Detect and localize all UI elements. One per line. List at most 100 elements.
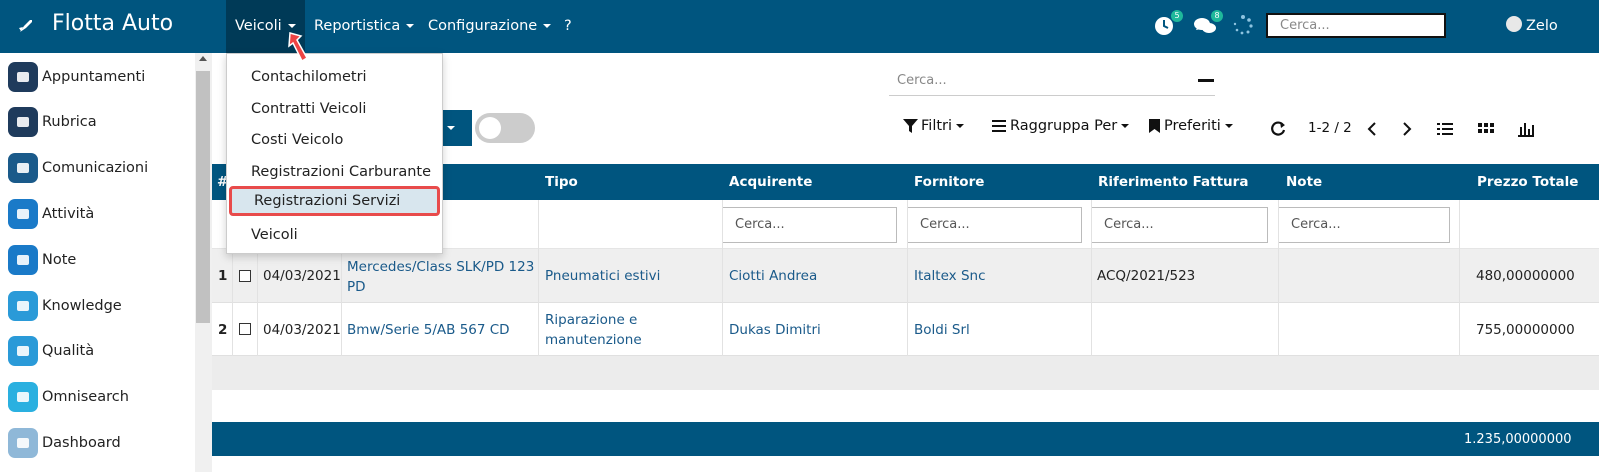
- row-index: 1: [218, 268, 228, 284]
- menu-item-contachilometri[interactable]: Contachilometri: [227, 62, 442, 92]
- pointer-arrow-icon: [288, 32, 309, 63]
- row-checkbox[interactable]: [239, 270, 251, 282]
- messages-button[interactable]: 8: [1193, 10, 1223, 40]
- chevron-down-icon: [447, 126, 455, 130]
- filters-button[interactable]: Filtri: [903, 118, 965, 134]
- row-fornitore[interactable]: Italtex Snc: [914, 266, 986, 286]
- row-vehicle[interactable]: Mercedes/Class SLK/PD 123: [347, 257, 534, 277]
- pager-value[interactable]: 1-2 / 2: [1308, 120, 1352, 136]
- filter-icon: [903, 119, 918, 133]
- row-fornitore[interactable]: Boldi Srl: [914, 320, 970, 340]
- column-prezzo[interactable]: Prezzo Totale: [1477, 174, 1578, 190]
- search-icon: [8, 382, 38, 412]
- chevron-right-icon[interactable]: [1398, 120, 1416, 138]
- menu-item-registrazioni-carburante[interactable]: Registrazioni Carburante: [227, 157, 442, 187]
- sidebar-item-label: Dashboard: [42, 435, 121, 451]
- brain-icon: [8, 291, 38, 321]
- chevron-left-icon[interactable]: [1363, 120, 1381, 138]
- nav-reportistica-label: Reportistica: [314, 18, 401, 34]
- divider: [1459, 200, 1460, 356]
- calendar-icon: [8, 62, 38, 92]
- refresh-icon[interactable]: [1269, 120, 1287, 138]
- row-index: 2: [218, 322, 228, 338]
- row-tipo-cont[interactable]: manutenzione: [545, 330, 642, 350]
- sidebar-item-knowledge[interactable]: Knowledge: [8, 289, 122, 323]
- sidebar-item-dashboard[interactable]: Dashboard: [8, 426, 121, 460]
- row-date: 04/03/2021: [263, 322, 341, 338]
- menu-item-contratti-veicoli[interactable]: Contratti Veicoli: [227, 94, 442, 124]
- nav-help[interactable]: ?: [555, 0, 581, 53]
- sidebar-item-qualit[interactable]: Qualità: [8, 334, 94, 368]
- favorites-button[interactable]: Preferiti: [1149, 118, 1233, 134]
- chevron-down-icon: [1121, 124, 1130, 128]
- menu-item-veicoli[interactable]: Veicoli: [227, 220, 442, 250]
- sidebar-item-appuntamenti[interactable]: Appuntamenti: [8, 60, 145, 94]
- column-acquirente[interactable]: Acquirente: [729, 174, 812, 190]
- divider: [1091, 200, 1092, 356]
- sidebar-item-note[interactable]: Note: [8, 243, 76, 277]
- row-acquirente[interactable]: Dukas Dimitri: [729, 320, 821, 340]
- scroll-up-icon[interactable]: [199, 56, 207, 61]
- empty-row: [212, 356, 1599, 390]
- filter-note-input[interactable]: Cerca...: [1278, 207, 1450, 243]
- kanban-view-icon[interactable]: [1477, 120, 1495, 138]
- app-title[interactable]: Flotta Auto: [52, 11, 173, 36]
- favorites-label: Preferiti: [1164, 118, 1221, 134]
- main-search-input[interactable]: Cerca...: [889, 66, 1215, 96]
- sidebar-item-label: Comunicazioni: [42, 160, 149, 176]
- sidebar-item-label: Qualità: [42, 343, 95, 359]
- quality-icon: [8, 336, 38, 366]
- chevron-down-icon: [1224, 124, 1233, 128]
- filters-label: Filtri: [921, 118, 953, 134]
- column-tipo[interactable]: Tipo: [545, 174, 578, 190]
- row-acquirente[interactable]: Ciotti Andrea: [729, 266, 817, 286]
- global-search-input[interactable]: Cerca...: [1266, 13, 1446, 38]
- sidebar-item-omnisearch[interactable]: Omnisearch: [8, 380, 129, 414]
- row-tipo[interactable]: Pneumatici estivi: [545, 266, 660, 286]
- nav-reportistica[interactable]: Reportistica: [305, 0, 423, 53]
- column-riferimento[interactable]: Riferimento Fattura: [1098, 174, 1248, 190]
- group-by-button[interactable]: Raggruppa Per: [992, 118, 1130, 134]
- divider: [907, 200, 908, 356]
- filter-acquirente-input[interactable]: Cerca...: [722, 207, 897, 243]
- row-tipo[interactable]: Riparazione e: [545, 310, 637, 330]
- column-fornitore[interactable]: Fornitore: [914, 174, 984, 190]
- chevron-down-icon: [543, 24, 552, 28]
- user-menu[interactable]: Zelo: [1506, 16, 1558, 34]
- row-riferimento: ACQ/2021/523: [1097, 268, 1196, 284]
- toggle-knob: [479, 117, 501, 139]
- column-note[interactable]: Note: [1286, 174, 1322, 190]
- top-navbar: Flotta Auto Veicoli Reportistica Configu…: [0, 0, 1599, 53]
- menu-item-costi-veicolo[interactable]: Costi Veicolo: [227, 125, 442, 155]
- sidebar-item-comunicazioni[interactable]: Comunicazioni: [8, 151, 148, 185]
- activities-button[interactable]: 5: [1153, 10, 1183, 40]
- clear-search-icon[interactable]: [1198, 79, 1214, 82]
- chevron-down-icon: [406, 24, 415, 28]
- sidebar-item-attivit[interactable]: Attività: [8, 197, 94, 231]
- nav-configurazione[interactable]: Configurazione: [419, 0, 560, 53]
- chevron-down-icon: [287, 24, 296, 28]
- chevron-down-icon: [956, 124, 965, 128]
- sidebar-item-rubrica[interactable]: Rubrica: [8, 105, 97, 139]
- veicoli-dropdown-menu: Contachilometri Contratti Veicoli Costi …: [226, 53, 443, 254]
- row-vehicle-cont[interactable]: PD: [347, 277, 366, 297]
- filter-fornitore-input[interactable]: Cerca...: [907, 207, 1082, 243]
- total-amount: 1.235,00000000: [1464, 432, 1572, 447]
- sidebar-scrollbar-thumb[interactable]: [196, 71, 210, 323]
- rocket-icon: [19, 20, 32, 32]
- filter-riferimento-input[interactable]: Cerca...: [1091, 207, 1268, 243]
- menu-item-registrazioni-servizi[interactable]: Registrazioni Servizi: [229, 186, 440, 216]
- loading-spinner-icon: [1232, 14, 1258, 40]
- user-name: Zelo: [1526, 18, 1558, 34]
- messages-badge: 8: [1211, 10, 1223, 22]
- list-view-icon[interactable]: [1436, 120, 1454, 138]
- bookmark-icon: [1149, 119, 1160, 133]
- avatar: [1506, 16, 1522, 32]
- nav-veicoli-label: Veicoli: [235, 18, 282, 34]
- row-vehicle[interactable]: Bmw/Serie 5/AB 567 CD: [347, 320, 510, 340]
- divider: [722, 200, 723, 356]
- graph-view-icon[interactable]: [1517, 120, 1535, 138]
- nav-configurazione-label: Configurazione: [428, 18, 538, 34]
- divider: [538, 200, 539, 356]
- row-checkbox[interactable]: [239, 323, 251, 335]
